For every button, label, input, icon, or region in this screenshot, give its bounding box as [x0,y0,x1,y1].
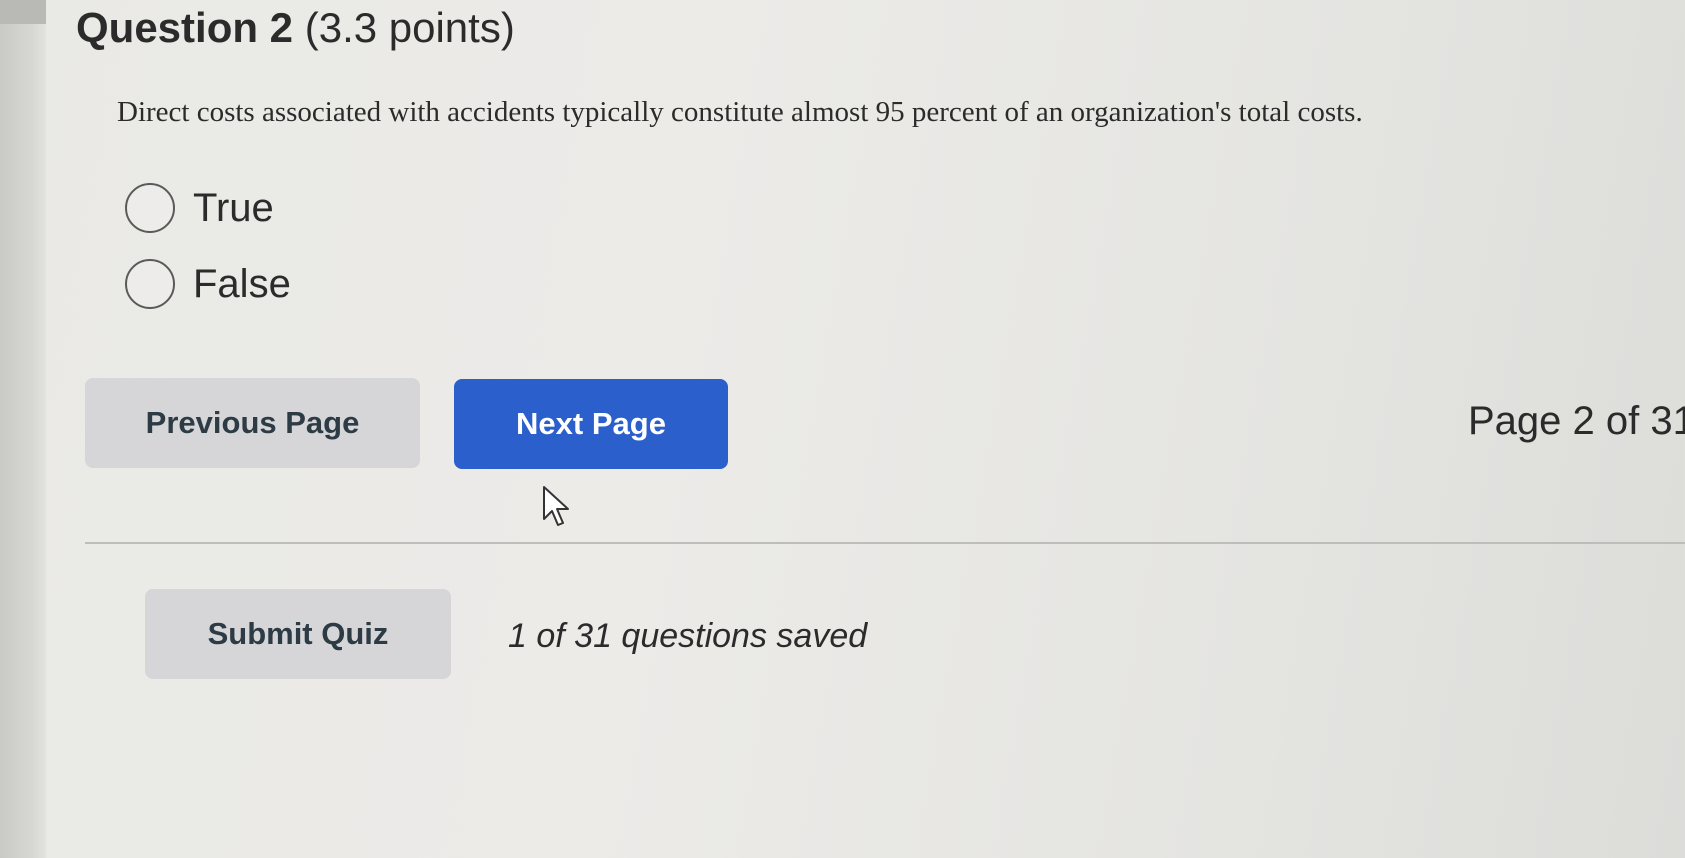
question-text: Direct costs associated with accidents t… [117,96,1363,128]
question-title: Question 2 [76,4,294,51]
option-label-false[interactable]: False [193,262,291,307]
next-page-button[interactable]: Next Page [454,379,728,469]
radio-button-icon[interactable] [125,259,175,309]
mouse-pointer-icon [543,486,569,526]
saved-status-text: 1 of 31 questions saved [508,617,868,655]
previous-page-button[interactable]: Previous Page [85,378,420,468]
submit-quiz-button[interactable]: Submit Quiz [145,589,451,679]
page-indicator: Page 2 of 31 [1468,399,1685,443]
section-divider [85,542,1685,544]
question-points: (3.3 points) [304,4,515,51]
question-header: Question 2 (3.3 points) [76,4,515,52]
option-false[interactable]: False [125,259,291,309]
option-true[interactable]: True [125,183,274,233]
option-label-true[interactable]: True [193,186,274,231]
radio-button-icon[interactable] [125,183,175,233]
left-sidebar-strip [0,0,46,858]
sidebar-tab [0,0,46,24]
